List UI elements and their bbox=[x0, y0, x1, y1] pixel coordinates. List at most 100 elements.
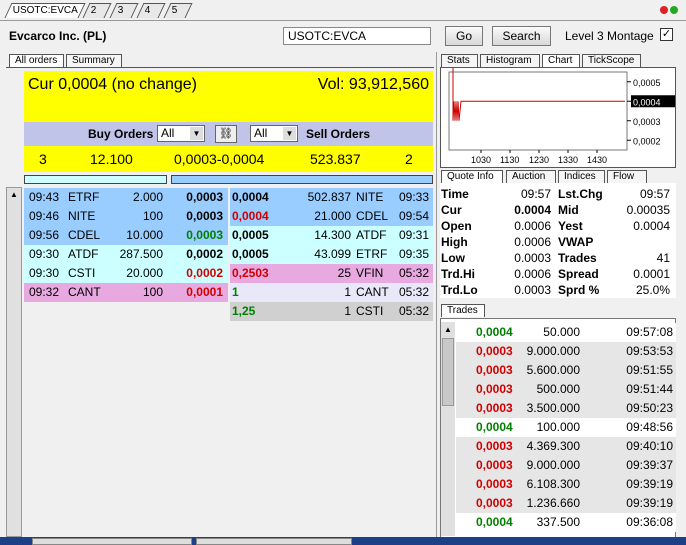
trade-time: 09:39:19 bbox=[626, 477, 673, 491]
sell-order-row[interactable]: 0,2503 25 VFIN 05:32 bbox=[230, 264, 433, 283]
trade-size: 3.500.000 bbox=[526, 401, 580, 415]
tab-indices[interactable]: Indices bbox=[558, 170, 605, 183]
taskbar-button[interactable] bbox=[32, 538, 192, 545]
tab-label: 5 bbox=[171, 5, 178, 16]
trade-size: 5.600.000 bbox=[526, 363, 580, 377]
tab-tickscope[interactable]: TickScope bbox=[582, 54, 641, 67]
buy-volume: 12.100 bbox=[90, 151, 133, 167]
x-tick-label: 1230 bbox=[529, 155, 549, 165]
order-size: 1 bbox=[344, 304, 351, 318]
sell-order-row[interactable]: 0,0004 21.000 CDEL 09:54 bbox=[230, 207, 433, 226]
tab-flow[interactable]: Flow bbox=[607, 170, 647, 183]
sell-filter-select[interactable]: All ▼ bbox=[250, 125, 298, 142]
level3-montage-checkbox[interactable]: ✓ bbox=[660, 28, 673, 41]
tab-stats[interactable]: Stats bbox=[441, 54, 478, 67]
sell-order-row[interactable]: 1 1 CANT 05:32 bbox=[230, 283, 433, 302]
maximize-window-icon[interactable] bbox=[670, 6, 678, 14]
tab-2[interactable]: 2 bbox=[82, 3, 112, 18]
order-size: 502.837 bbox=[307, 190, 351, 204]
trade-time: 09:57:08 bbox=[626, 325, 673, 339]
quote-value: 41 bbox=[656, 251, 670, 265]
taskbar-button[interactable] bbox=[196, 538, 352, 545]
market-maker: NITE bbox=[68, 209, 96, 223]
market-maker: ATDF bbox=[356, 228, 387, 242]
tab-4[interactable]: 4 bbox=[136, 3, 166, 18]
intraday-chart: 0,0005 0,0004 0,0003 0,0002 1030 1130 1230 1330… bbox=[440, 67, 676, 168]
quote-row: Time 09:57 Lst.Chg 09:57 bbox=[440, 186, 674, 202]
tab-trades[interactable]: Trades bbox=[441, 304, 485, 317]
sell-order-row[interactable]: 1,25 1 CSTI 05:32 bbox=[230, 302, 433, 321]
order-scrollbar[interactable]: ▲ bbox=[6, 187, 22, 537]
tab-5[interactable]: 5 bbox=[163, 3, 193, 18]
buy-order-row[interactable]: 09:30 CSTI 20.000 0,0002 bbox=[24, 264, 228, 283]
sell-volume: 523.837 bbox=[310, 151, 361, 167]
trade-price: 0,0003 bbox=[476, 477, 513, 491]
buy-filter-select[interactable]: All ▼ bbox=[157, 125, 205, 142]
market-maker: CANT bbox=[356, 285, 389, 299]
quote-label: High bbox=[441, 235, 468, 249]
tab-histogram[interactable]: Histogram bbox=[480, 54, 540, 67]
tab-auction[interactable]: Auction bbox=[506, 170, 556, 183]
orders-header-bar: Buy Orders All ▼ ⛓ All ▼ Sell Orders bbox=[24, 122, 433, 146]
tab-all-orders[interactable]: All orders bbox=[9, 54, 64, 67]
trades-scrollbar[interactable]: ▲ bbox=[441, 322, 455, 536]
trade-size: 1.236.660 bbox=[526, 496, 580, 510]
quote-label: Trd.Hi bbox=[441, 267, 476, 281]
sell-order-row[interactable]: 0,0005 43.099 ETRF 09:35 bbox=[230, 245, 433, 264]
tab-summary[interactable]: Summary bbox=[66, 54, 122, 67]
close-window-icon[interactable] bbox=[660, 6, 668, 14]
buy-order-row[interactable]: 09:46 NITE 100 0,0003 bbox=[24, 207, 228, 226]
quote-value: 0.0006 bbox=[514, 219, 551, 233]
order-time: 09:32 bbox=[29, 285, 60, 299]
buy-order-row[interactable]: 09:32 CANT 100 0,0001 bbox=[24, 283, 228, 302]
market-maker: ATDF bbox=[68, 247, 99, 261]
quote-row: Trd.Hi 0.0006 Spread 0.0001 bbox=[440, 266, 674, 282]
quote-row: High 0.0006 VWAP bbox=[440, 234, 674, 250]
trade-price: 0,0003 bbox=[476, 382, 513, 396]
trade-time: 09:51:55 bbox=[626, 363, 673, 377]
sell-order-row[interactable]: 0,0004 502.837 NITE 09:33 bbox=[230, 188, 433, 207]
sell-count: 2 bbox=[405, 151, 413, 167]
order-size: 14.300 bbox=[314, 228, 351, 242]
buy-order-row[interactable]: 09:43 ETRF 2.000 0,0003 bbox=[24, 188, 228, 207]
sell-order-row[interactable]: 0,0005 14.300 ATDF 09:31 bbox=[230, 226, 433, 245]
quote-value: 0.0004 bbox=[514, 203, 551, 217]
order-time: 09:31 bbox=[398, 228, 429, 242]
trade-time: 09:36:08 bbox=[626, 515, 673, 529]
tab-quote-info[interactable]: Quote Info bbox=[441, 170, 503, 183]
tab-chart[interactable]: Chart bbox=[542, 54, 580, 67]
trade-price: 0,0004 bbox=[476, 515, 513, 529]
quote-value: 0.0003 bbox=[514, 251, 551, 265]
quote-label: Time bbox=[441, 187, 469, 201]
trade-time: 09:51:44 bbox=[626, 382, 673, 396]
link-icon[interactable]: ⛓ bbox=[215, 125, 237, 143]
quote-label: Cur bbox=[441, 203, 462, 217]
chevron-down-icon: ▼ bbox=[190, 127, 203, 140]
trade-row: 0,0003 6.108.300 09:39:19 bbox=[456, 475, 676, 494]
trade-price: 0,0003 bbox=[476, 401, 513, 415]
x-tick-label: 1130 bbox=[500, 155, 519, 165]
quote-label: Trd.Lo bbox=[441, 283, 478, 297]
quote-label: Spread bbox=[558, 267, 599, 281]
tab-3[interactable]: 3 bbox=[109, 3, 139, 18]
buy-order-row[interactable]: 09:56 CDEL 10.000 0,0003 bbox=[24, 226, 228, 245]
symbol-header: Evcarco Inc. (PL) USOTC:EVCA Go Search L… bbox=[0, 20, 686, 52]
symbol-input[interactable]: USOTC:EVCA bbox=[283, 27, 431, 45]
scroll-up-icon[interactable]: ▲ bbox=[442, 324, 454, 336]
order-time: 09:33 bbox=[398, 190, 429, 204]
market-maker: ETRF bbox=[68, 190, 100, 204]
quote-label: Lst.Chg bbox=[558, 187, 603, 201]
tab-usotc-evca[interactable]: USOTC:EVCA bbox=[4, 3, 86, 18]
buy-order-row[interactable]: 09:30 ATDF 287.500 0,0002 bbox=[24, 245, 228, 264]
order-time: 09:43 bbox=[29, 190, 60, 204]
scroll-up-icon[interactable]: ▲ bbox=[8, 189, 20, 201]
trade-row: 0,0003 4.369.300 09:40:10 bbox=[456, 437, 676, 456]
scroll-thumb[interactable] bbox=[442, 338, 454, 406]
market-maker: CDEL bbox=[356, 209, 389, 223]
trade-time: 09:53:53 bbox=[626, 344, 673, 358]
sell-filter-value: All bbox=[254, 126, 268, 140]
search-button[interactable]: Search bbox=[492, 26, 551, 46]
quote-row: Low 0.0003 Trades 41 bbox=[440, 250, 674, 266]
go-button[interactable]: Go bbox=[445, 26, 483, 46]
x-tick-label: 1430 bbox=[587, 155, 607, 165]
